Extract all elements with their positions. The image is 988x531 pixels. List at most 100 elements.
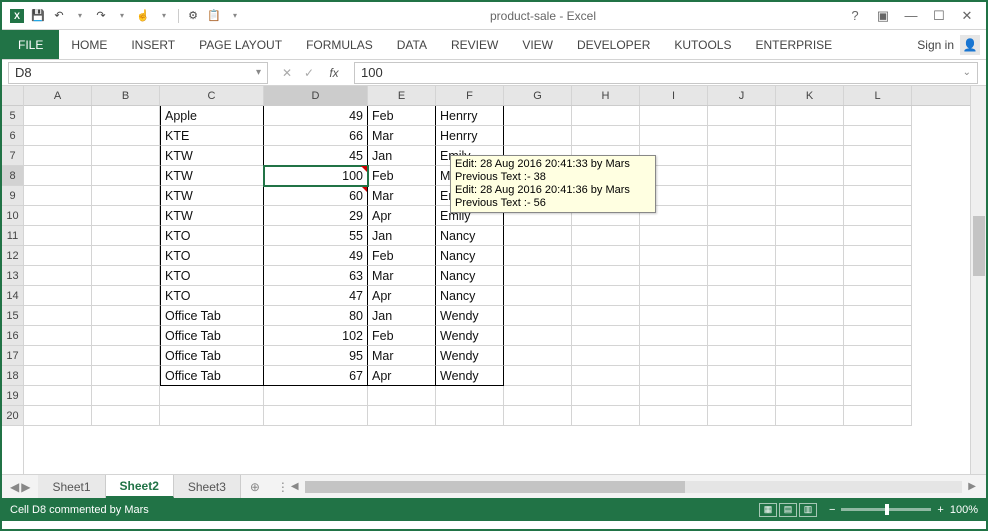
tab-file[interactable]: FILE bbox=[2, 30, 59, 59]
cell[interactable] bbox=[368, 386, 436, 406]
cell[interactable] bbox=[92, 266, 160, 286]
cell[interactable]: Wendy bbox=[436, 366, 504, 386]
cell[interactable] bbox=[572, 306, 640, 326]
cell[interactable]: Apr bbox=[368, 206, 436, 226]
cell[interactable]: KTW bbox=[160, 206, 264, 226]
cell[interactable] bbox=[24, 246, 92, 266]
cell[interactable] bbox=[504, 106, 572, 126]
cell[interactable] bbox=[844, 266, 912, 286]
row-header[interactable]: 12 bbox=[2, 246, 23, 266]
tab-developer[interactable]: DEVELOPER bbox=[565, 30, 662, 59]
tab-page-layout[interactable]: PAGE LAYOUT bbox=[187, 30, 294, 59]
cell[interactable] bbox=[776, 346, 844, 366]
cell[interactable]: Apr bbox=[368, 286, 436, 306]
cell[interactable] bbox=[708, 286, 776, 306]
cell[interactable] bbox=[844, 146, 912, 166]
col-header[interactable]: L bbox=[844, 86, 912, 105]
cell[interactable] bbox=[24, 386, 92, 406]
cell[interactable] bbox=[844, 226, 912, 246]
cell[interactable] bbox=[160, 386, 264, 406]
cell[interactable] bbox=[776, 366, 844, 386]
cell[interactable]: Apple bbox=[160, 106, 264, 126]
cell[interactable]: 55 bbox=[264, 226, 368, 246]
sheet-nav-next-icon[interactable]: ▶ bbox=[21, 480, 30, 494]
cell[interactable] bbox=[708, 386, 776, 406]
cell[interactable] bbox=[776, 166, 844, 186]
zoom-out-icon[interactable]: − bbox=[829, 504, 835, 516]
cell[interactable]: 49 bbox=[264, 106, 368, 126]
cell[interactable]: Feb bbox=[368, 246, 436, 266]
cell[interactable] bbox=[24, 306, 92, 326]
tab-formulas[interactable]: FORMULAS bbox=[294, 30, 385, 59]
row-header[interactable]: 17 bbox=[2, 346, 23, 366]
cell[interactable]: 66 bbox=[264, 126, 368, 146]
cell[interactable] bbox=[708, 306, 776, 326]
minimize-icon[interactable]: — bbox=[898, 7, 924, 25]
cell[interactable]: KTO bbox=[160, 246, 264, 266]
cell[interactable] bbox=[92, 186, 160, 206]
col-header[interactable]: C bbox=[160, 86, 264, 105]
cell[interactable] bbox=[844, 166, 912, 186]
cell[interactable] bbox=[504, 326, 572, 346]
cell[interactable] bbox=[572, 346, 640, 366]
redo-icon[interactable]: ↷ bbox=[92, 7, 110, 25]
cell[interactable] bbox=[264, 386, 368, 406]
cell[interactable] bbox=[92, 126, 160, 146]
ribbon-display-icon[interactable]: ▣ bbox=[870, 7, 896, 25]
select-all-corner[interactable] bbox=[2, 86, 23, 106]
col-header[interactable]: F bbox=[436, 86, 504, 105]
cell[interactable] bbox=[640, 366, 708, 386]
cell[interactable]: Jan bbox=[368, 146, 436, 166]
cell[interactable] bbox=[844, 186, 912, 206]
cell[interactable]: Office Tab bbox=[160, 366, 264, 386]
tab-insert[interactable]: INSERT bbox=[119, 30, 187, 59]
cell[interactable] bbox=[776, 306, 844, 326]
undo-dropdown[interactable]: ▾ bbox=[71, 7, 89, 25]
cell[interactable] bbox=[844, 206, 912, 226]
cell[interactable] bbox=[504, 226, 572, 246]
tab-review[interactable]: REVIEW bbox=[439, 30, 510, 59]
cell[interactable]: 29 bbox=[264, 206, 368, 226]
cell[interactable] bbox=[436, 406, 504, 426]
cell[interactable] bbox=[92, 286, 160, 306]
cell[interactable] bbox=[92, 246, 160, 266]
col-header[interactable]: I bbox=[640, 86, 708, 105]
cell[interactable] bbox=[160, 406, 264, 426]
cell[interactable] bbox=[640, 406, 708, 426]
cell[interactable] bbox=[844, 246, 912, 266]
formula-input[interactable]: 100 ⌄ bbox=[354, 62, 978, 84]
cell[interactable] bbox=[504, 266, 572, 286]
cell[interactable] bbox=[24, 146, 92, 166]
cell[interactable]: Nancy bbox=[436, 286, 504, 306]
cell[interactable] bbox=[844, 306, 912, 326]
cell[interactable]: 47 bbox=[264, 286, 368, 306]
cell[interactable]: Jan bbox=[368, 226, 436, 246]
zoom-slider[interactable] bbox=[841, 508, 931, 511]
row-header[interactable]: 15 bbox=[2, 306, 23, 326]
cell[interactable] bbox=[844, 406, 912, 426]
cell[interactable] bbox=[708, 106, 776, 126]
cell[interactable] bbox=[504, 246, 572, 266]
cell[interactable]: Mar bbox=[368, 346, 436, 366]
scroll-thumb[interactable] bbox=[973, 216, 985, 276]
cell[interactable] bbox=[572, 366, 640, 386]
formula-cancel-icon[interactable]: ✕ bbox=[276, 62, 298, 84]
hscroll-right-icon[interactable]: ▶ bbox=[966, 481, 978, 492]
cell[interactable]: Nancy bbox=[436, 246, 504, 266]
cell[interactable]: Nancy bbox=[436, 226, 504, 246]
row-header[interactable]: 20 bbox=[2, 406, 23, 426]
cell[interactable] bbox=[24, 226, 92, 246]
cell[interactable]: 63 bbox=[264, 266, 368, 286]
zoom-value[interactable]: 100% bbox=[950, 504, 978, 516]
cell[interactable] bbox=[92, 166, 160, 186]
cell[interactable] bbox=[572, 246, 640, 266]
cell[interactable]: Feb bbox=[368, 106, 436, 126]
cell[interactable] bbox=[24, 166, 92, 186]
cell[interactable] bbox=[24, 326, 92, 346]
cell[interactable]: Office Tab bbox=[160, 306, 264, 326]
row-header[interactable]: 11 bbox=[2, 226, 23, 246]
cell[interactable] bbox=[776, 226, 844, 246]
formula-enter-icon[interactable]: ✓ bbox=[298, 62, 320, 84]
cell[interactable] bbox=[640, 286, 708, 306]
col-header[interactable]: G bbox=[504, 86, 572, 105]
